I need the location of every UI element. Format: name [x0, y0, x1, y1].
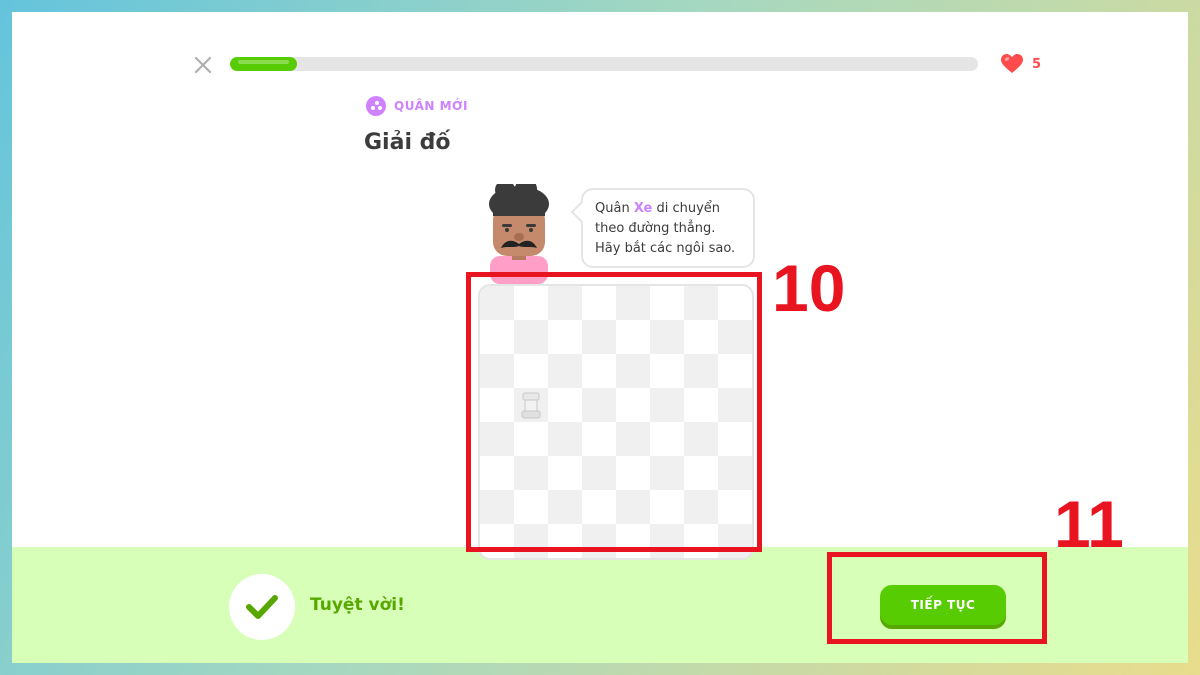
- teacher-character-icon: [489, 178, 549, 284]
- progress-fill: [230, 57, 298, 71]
- speech-line-1: Quân Xe di chuyển: [595, 201, 720, 216]
- success-badge: [229, 574, 295, 640]
- annotation-label-board: 10: [772, 251, 846, 325]
- speech-line-3: Hãy bắt các ngôi sao.: [595, 241, 736, 256]
- check-icon: [246, 595, 278, 619]
- feedback-message: Tuyệt vời!: [310, 595, 405, 615]
- hearts-count: 5: [1032, 56, 1042, 72]
- hearts-counter: 5: [1000, 52, 1041, 76]
- annotation-label-continue: 11: [1054, 487, 1124, 561]
- character-avatar: [484, 178, 554, 284]
- heart-icon: [1001, 54, 1023, 73]
- speech-line-2: theo đường thẳng.: [595, 221, 716, 236]
- progress-bar: [230, 57, 978, 71]
- close-icon: [194, 56, 212, 74]
- annotation-box-continue: [827, 552, 1047, 644]
- chess-piece-icon: [366, 96, 386, 116]
- annotation-box-board: [466, 272, 762, 552]
- close-button[interactable]: [192, 54, 214, 76]
- speech-bubble: Quân Xe di chuyển theo đường thẳng. Hãy …: [581, 188, 755, 268]
- lesson-frame: 5 QUÂN MỚI Giải đố Quân Xe di chuyển the…: [12, 12, 1188, 663]
- page-title: Giải đố: [364, 130, 451, 155]
- tag-label: QUÂN MỚI: [394, 99, 468, 113]
- new-piece-tag: QUÂN MỚI: [366, 96, 468, 116]
- piece-name-highlight: Xe: [633, 201, 653, 216]
